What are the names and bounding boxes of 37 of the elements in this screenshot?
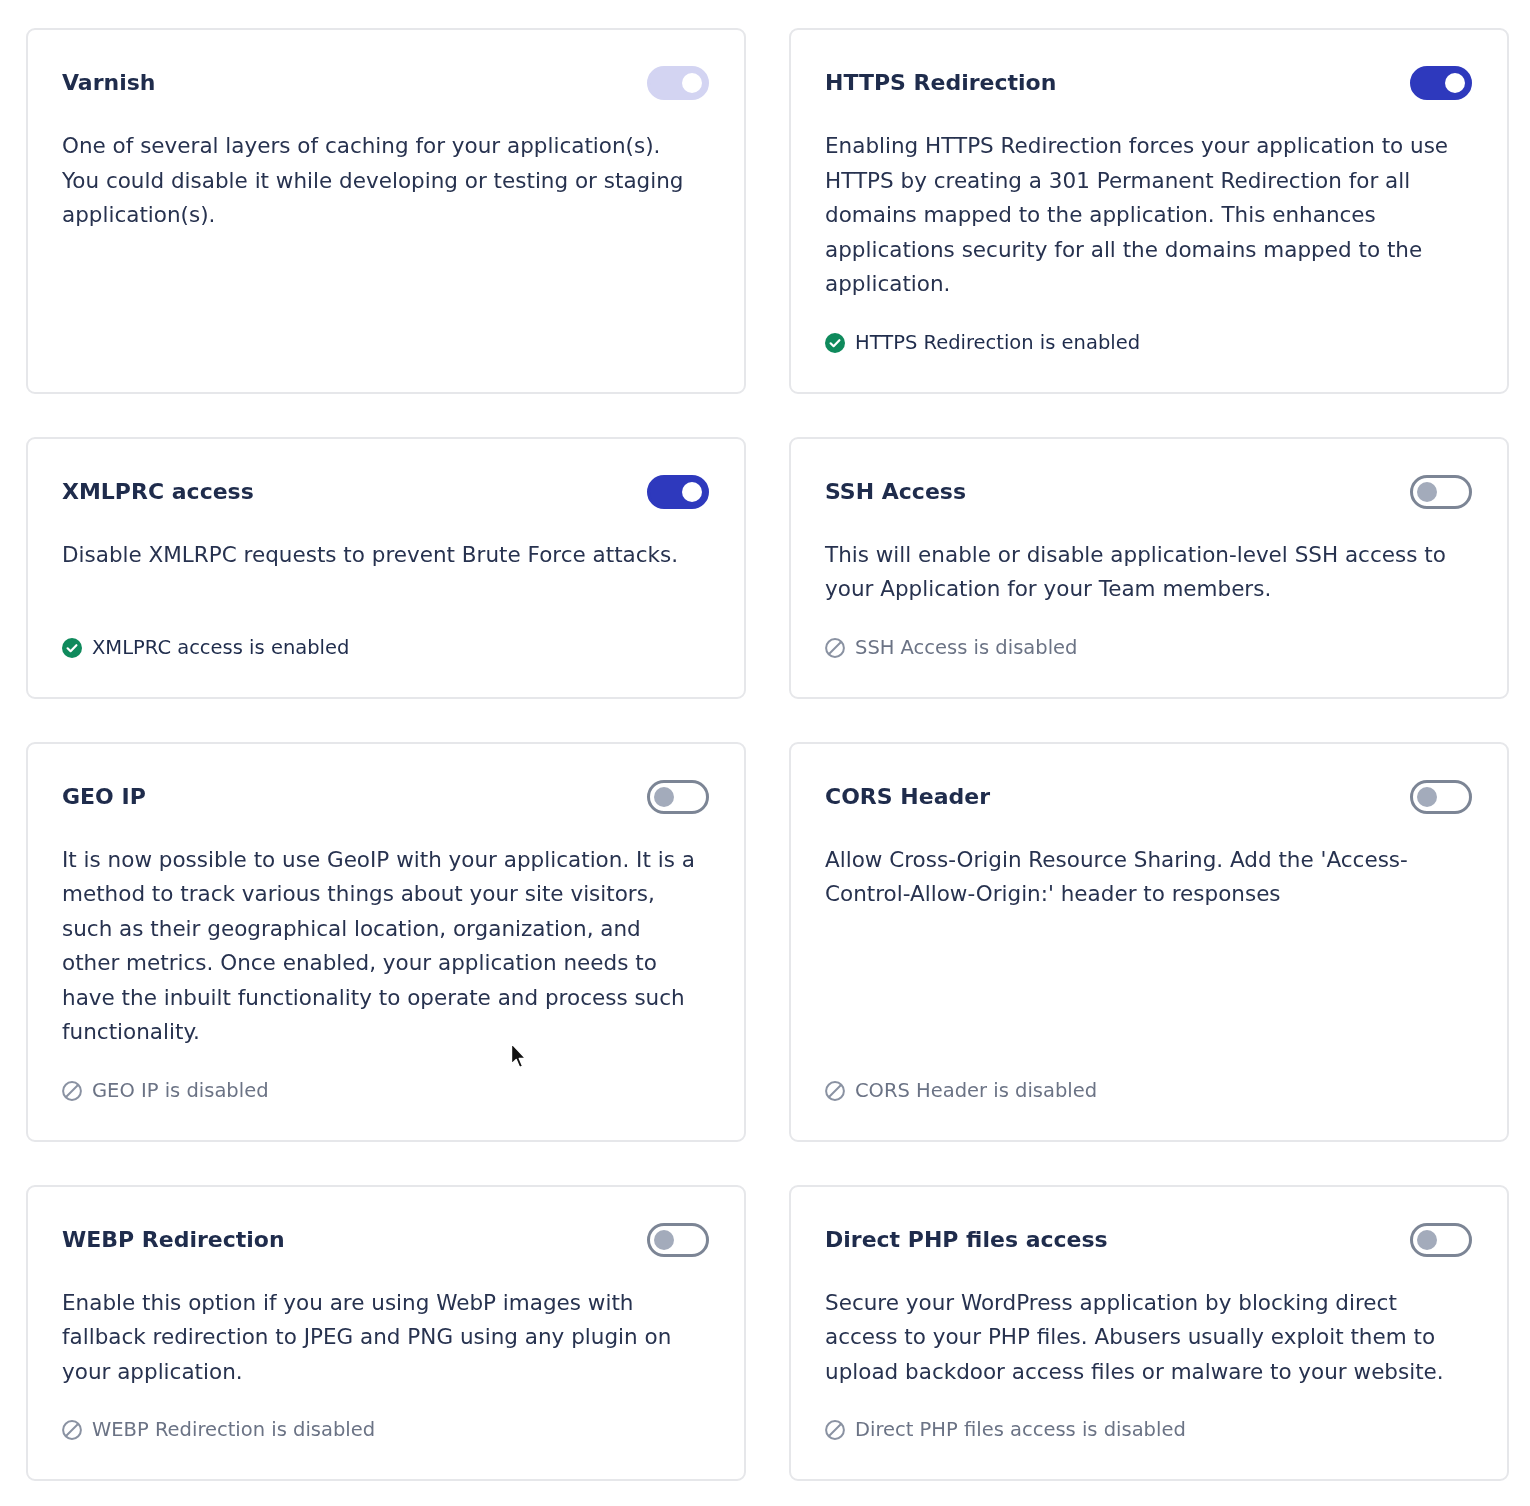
prohibited-circle-icon [825, 1420, 845, 1440]
prohibited-circle-icon [62, 1080, 82, 1101]
check-circle-icon [825, 332, 845, 353]
setting-title: XMLPRC access [62, 477, 254, 506]
toggle-switch[interactable] [647, 474, 709, 509]
check-circle-icon [62, 637, 82, 658]
toggle-switch[interactable] [1410, 66, 1472, 100]
setting-title: Direct PHP files access [825, 1225, 1108, 1254]
setting-description: Secure your WordPress application by blocking direct access to your PHP files. Abusers usually exploit them to upload backdoor access files or malware to your website. [825, 1288, 1445, 1386]
toggle-switch[interactable] [1410, 1222, 1472, 1257]
setting-title: WEBP Redirection [62, 1225, 285, 1254]
prohibited-circle-icon [62, 1420, 82, 1440]
setting-description: Disable XMLRPC requests to prevent Brute Force attacks. [62, 540, 680, 569]
setting-title: SSH Access [825, 477, 966, 506]
toggle-switch[interactable] [647, 779, 709, 814]
setting-description: Allow Cross-Origin Resource Sharing. Add the 'Access-Control-Allow-Origin:' header to responses [825, 845, 1409, 908]
toggle-switch[interactable] [1410, 474, 1472, 509]
toggle-switch[interactable] [1410, 779, 1472, 814]
toggle-switch[interactable] [647, 1222, 709, 1257]
setting-description: This will enable or disable application-level SSH access to your Application for your Team members. [825, 540, 1447, 603]
setting-title: HTTPS Redirection [825, 69, 1057, 97]
status-text: SSH Access is disabled [855, 634, 1078, 661]
status-text: CORS Header is disabled [855, 1077, 1098, 1104]
setting-description: It is now possible to use GeoIP with your application. It is a method to track various things about your site visitors, such as their geographical location, organization, and other metrics. Once enabled, your application needs to have the inbuilt functionality to operate and process such functionality. [62, 845, 696, 1046]
setting-description: Enabling HTTPS Redirection forces your application to use HTTPS by creating a 301 Permanent Redirection for all domains mapped to the application. This enhances applications security for all the domains mapped to the application. [825, 132, 1450, 298]
status-text: GEO IP is disabled [92, 1077, 269, 1104]
prohibited-circle-icon [825, 1080, 845, 1101]
setting-description: Enable this option if you are using WebP images with fallback redirection to JPEG and PNG using any plugin on your application. [62, 1288, 673, 1386]
setting-title: Varnish [62, 69, 156, 97]
setting-description: One of several layers of caching for your application(s). You could disable it while developing or testing or staging application(s). [62, 132, 685, 229]
status-text: Direct PHP files access is disabled [855, 1417, 1186, 1443]
setting-title: CORS Header [825, 782, 990, 811]
setting-title: GEO IP [62, 782, 146, 811]
prohibited-circle-icon [825, 637, 845, 658]
status-text: WEBP Redirection is disabled [92, 1417, 376, 1443]
status-text: XMLPRC access is enabled [92, 634, 350, 661]
status-text: HTTPS Redirection is enabled [855, 329, 1141, 356]
